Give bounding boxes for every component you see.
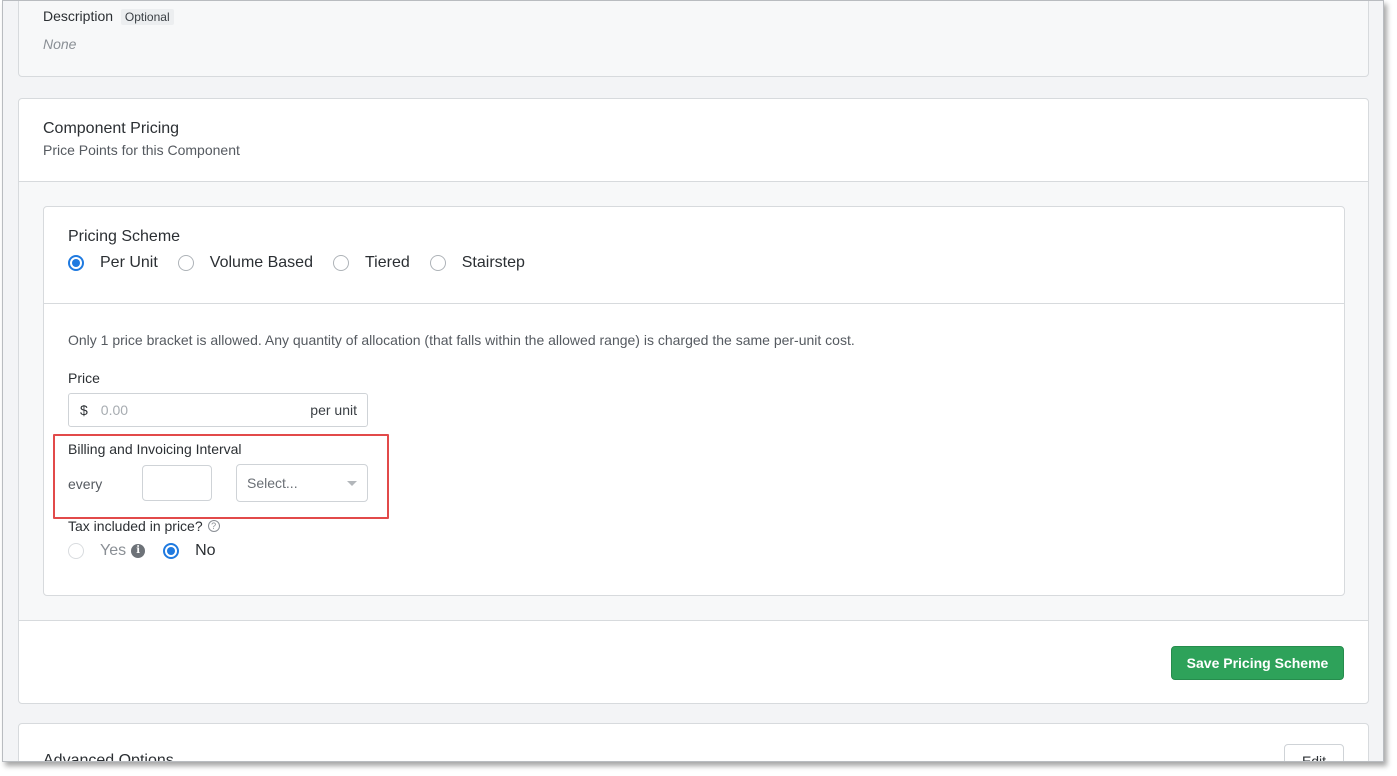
description-value: None (43, 36, 77, 52)
scheme-option-stairstep[interactable]: Stairstep (429, 254, 525, 272)
info-circle-icon[interactable]: i (131, 544, 146, 558)
pricing-scheme-info: Only 1 price bracket is allowed. Any qua… (68, 332, 855, 348)
radio-tax-no[interactable] (163, 543, 180, 559)
scheme-option-tiered[interactable]: Tiered (332, 254, 410, 272)
app-frame: Description Optional None Component Pric… (2, 0, 1384, 762)
component-pricing-header: Component Pricing Price Points for this … (19, 99, 1368, 182)
tax-included-options: Yes i No (68, 542, 234, 560)
pricing-scheme-selector: Pricing Scheme Per Unit Volume Based Tie… (44, 207, 1344, 304)
radio-stairstep[interactable] (429, 255, 446, 271)
pricing-scheme-options: Per Unit Volume Based Tiered Stairstep (68, 254, 545, 272)
price-label: Price (68, 370, 100, 386)
scheme-option-per-unit[interactable]: Per Unit (68, 254, 158, 272)
every-label: every (68, 476, 103, 492)
description-card: Description Optional None (18, 1, 1369, 77)
component-pricing-card: Component Pricing Price Points for this … (18, 98, 1369, 704)
tax-option-no[interactable]: No (163, 542, 216, 560)
interval-count-input[interactable] (142, 465, 212, 501)
price-input[interactable]: $ 0.00 per unit (68, 393, 368, 427)
optional-badge: Optional (120, 9, 174, 25)
billing-interval-label: Billing and Invoicing Interval (68, 441, 242, 457)
price-unit-suffix: per unit (310, 402, 357, 418)
tax-included-label: Tax included in price? ? (68, 518, 220, 534)
component-pricing-subtitle: Price Points for this Component (43, 142, 240, 158)
currency-symbol: $ (80, 402, 88, 418)
advanced-options-card: Advanced Options Edit (18, 723, 1369, 762)
radio-per-unit[interactable] (68, 255, 84, 271)
pricing-scheme-title: Pricing Scheme (68, 228, 181, 245)
interval-unit-select-text: Select... (247, 475, 298, 491)
radio-tax-yes[interactable] (68, 543, 84, 559)
tax-option-yes[interactable]: Yes i (68, 542, 146, 560)
interval-unit-select[interactable]: Select... (236, 464, 368, 502)
description-label: Description Optional (43, 8, 174, 25)
radio-volume-based[interactable] (177, 255, 194, 271)
chevron-down-icon (347, 480, 357, 486)
radio-tiered[interactable] (332, 255, 349, 271)
save-pricing-scheme-button[interactable]: Save Pricing Scheme (1171, 646, 1344, 680)
advanced-options-title: Advanced Options (43, 752, 174, 762)
scheme-option-volume-based[interactable]: Volume Based (177, 254, 313, 272)
component-pricing-title: Component Pricing (43, 120, 180, 137)
component-pricing-body: Pricing Scheme Per Unit Volume Based Tie… (19, 182, 1368, 621)
price-placeholder[interactable]: 0.00 (101, 402, 311, 418)
pricing-scheme-panel: Pricing Scheme Per Unit Volume Based Tie… (43, 206, 1345, 596)
edit-button[interactable]: Edit (1284, 744, 1344, 761)
question-circle-icon[interactable]: ? (207, 520, 220, 532)
